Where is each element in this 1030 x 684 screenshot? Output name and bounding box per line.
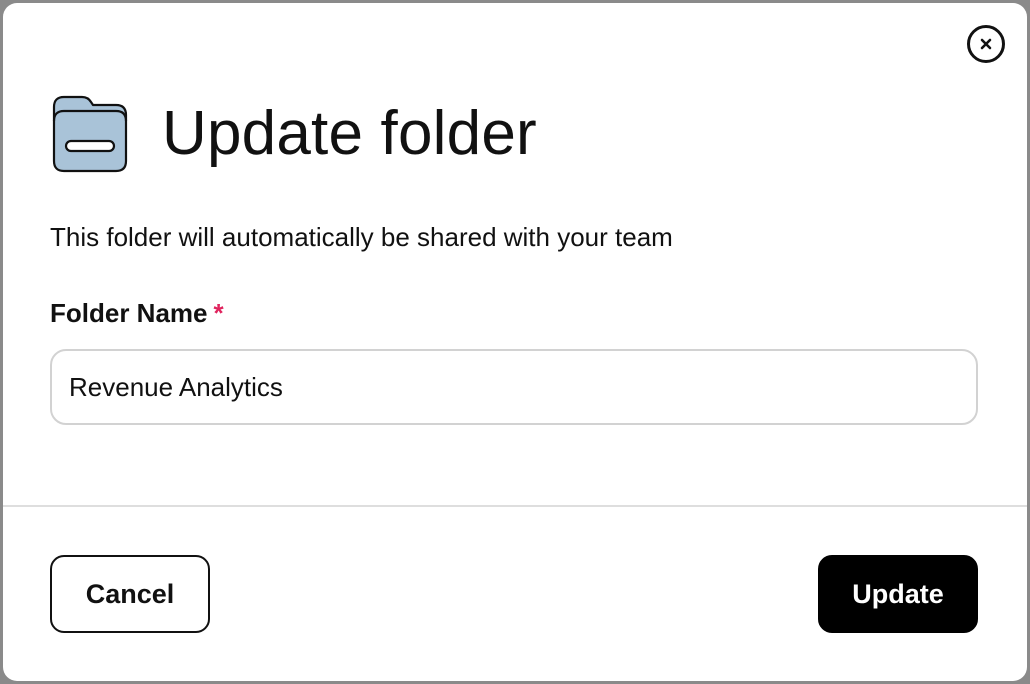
dialog-header: Update folder <box>50 95 537 173</box>
update-button[interactable]: Update <box>818 555 978 633</box>
folder-name-label-text: Folder Name <box>50 298 208 328</box>
folder-name-input[interactable] <box>50 349 978 425</box>
close-button[interactable] <box>967 25 1005 63</box>
dialog-title: Update folder <box>162 99 537 168</box>
dialog-description: This folder will automatically be shared… <box>50 222 673 252</box>
required-marker: * <box>213 298 224 328</box>
footer-divider <box>3 505 1027 507</box>
folder-name-label: Folder Name * <box>50 295 224 331</box>
close-icon <box>980 38 992 50</box>
folder-icon <box>52 95 128 173</box>
update-folder-dialog: Update folder This folder will automatic… <box>3 3 1027 681</box>
cancel-button[interactable]: Cancel <box>50 555 210 633</box>
